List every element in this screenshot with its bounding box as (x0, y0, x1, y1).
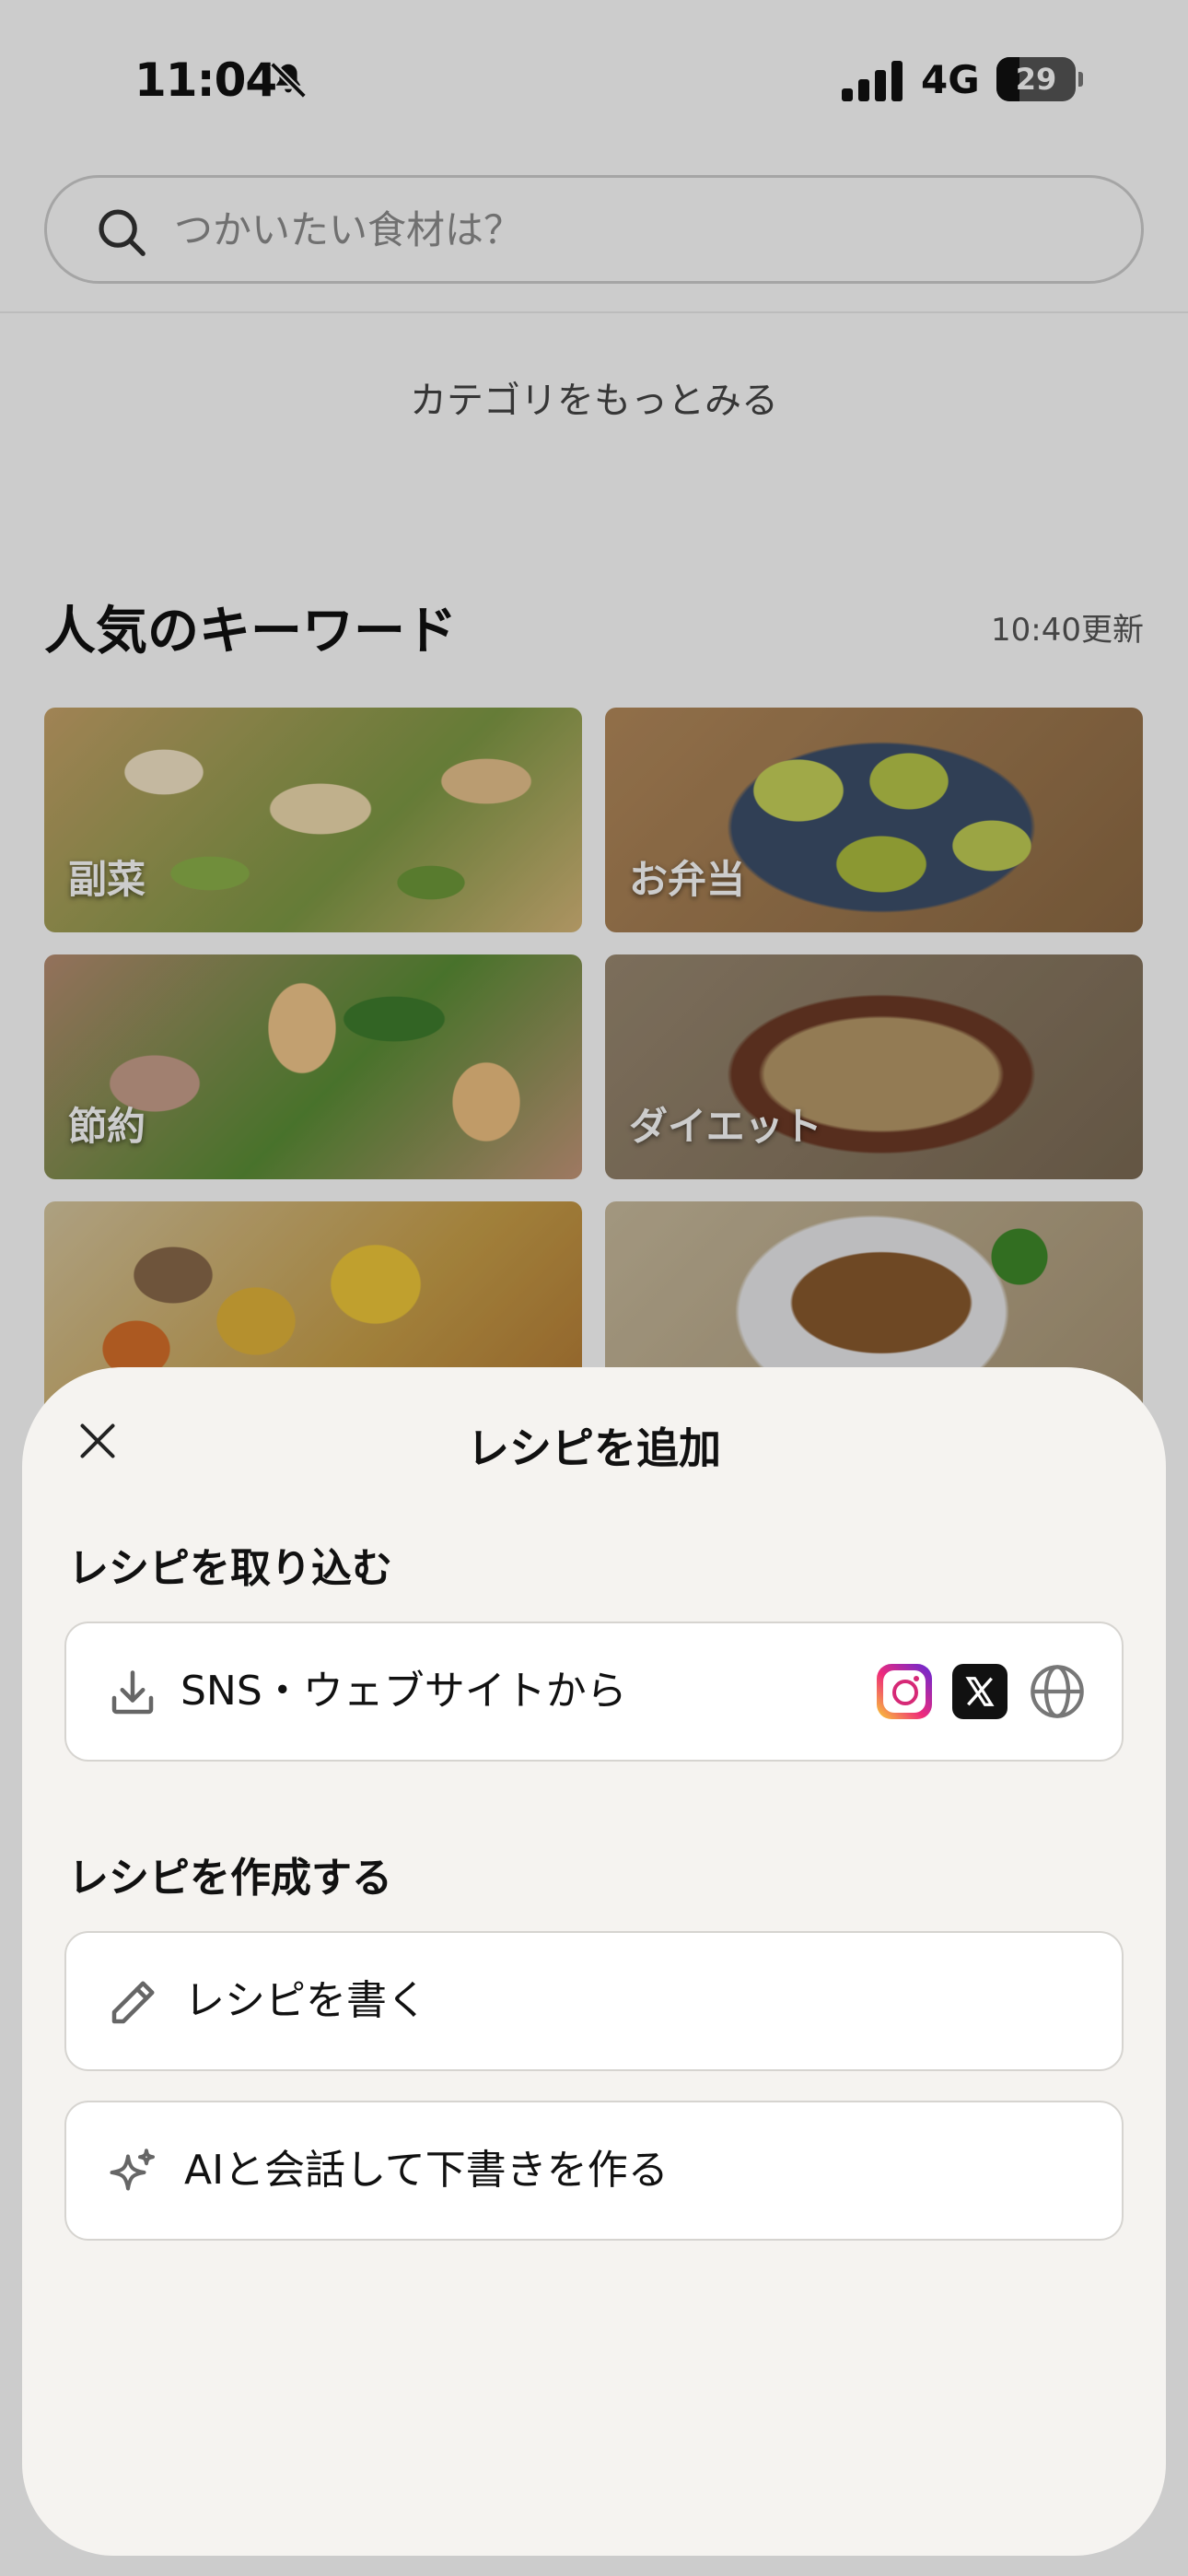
source-icons (877, 1660, 1087, 1723)
write-recipe-label: レシピを書く (184, 1977, 427, 2024)
download-icon (111, 1670, 154, 1715)
sparkle-icon (110, 2149, 155, 2191)
import-section-title: レシピを取り込む (68, 1545, 392, 1592)
create-section-title: レシピを作成する (68, 1855, 392, 1902)
close-icon (80, 1423, 115, 1458)
ai-draft-label: AIと会話して下書きを作る (184, 2147, 669, 2194)
instagram-icon (877, 1664, 932, 1719)
x-icon (952, 1664, 1007, 1719)
write-recipe-button[interactable]: レシピを書く (64, 1931, 1124, 2071)
import-from-sns-button[interactable]: SNS・ウェブサイトから (64, 1622, 1124, 1762)
add-recipe-sheet: レシピを追加 レシピを取り込む SNS・ウェブサイトから レシピを作成する レシ… (22, 1367, 1166, 2556)
import-from-sns-label: SNS・ウェブサイトから (181, 1668, 627, 1715)
close-button[interactable] (72, 1415, 123, 1467)
pencil-icon (111, 1981, 155, 2024)
globe-icon (1031, 1665, 1084, 1718)
sheet-title: レシピを追加 (467, 1423, 721, 1473)
ai-draft-button[interactable]: AIと会話して下書きを作る (64, 2101, 1124, 2241)
